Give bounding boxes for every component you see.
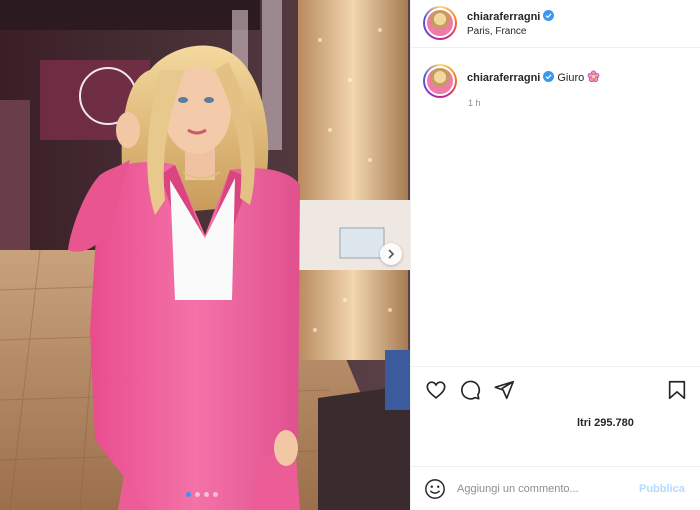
location-link[interactable]: Paris, France: [467, 26, 526, 37]
avatar[interactable]: [423, 6, 457, 40]
carousel-dot: [186, 492, 191, 497]
comment-form: Pubblica: [411, 466, 700, 510]
emoji-icon[interactable]: [424, 478, 446, 500]
publish-button[interactable]: Pubblica: [639, 483, 685, 495]
post-photo[interactable]: [0, 0, 410, 510]
post-header: chiaraferragni Paris, France: [411, 0, 700, 48]
caption-message: Giuro: [557, 72, 585, 84]
carousel-next-button[interactable]: [380, 243, 402, 265]
verified-badge-icon: [543, 71, 555, 82]
verified-badge-icon: [543, 10, 555, 21]
carousel-dot: [195, 492, 200, 497]
username-link[interactable]: chiaraferragni: [467, 10, 555, 23]
comment-input[interactable]: [457, 479, 633, 499]
flower-icon: [587, 70, 600, 82]
likes-count[interactable]: ltri 295.780: [577, 417, 634, 429]
carousel-dot: [204, 492, 209, 497]
post-timestamp[interactable]: 1 h: [468, 98, 481, 108]
post-side-panel: chiaraferragni Paris, France chiaraferra…: [410, 0, 700, 510]
heart-icon[interactable]: [425, 379, 447, 401]
caption-username[interactable]: chiaraferragni: [467, 72, 540, 84]
carousel-indicator: [186, 492, 218, 497]
photo-illustration: [0, 0, 410, 510]
username-text: chiaraferragni: [467, 11, 541, 23]
action-bar: [411, 366, 700, 411]
share-icon[interactable]: [493, 379, 515, 401]
avatar[interactable]: [423, 64, 457, 98]
carousel-dot: [213, 492, 218, 497]
chevron-right-icon: [388, 249, 395, 259]
comment-icon[interactable]: [459, 379, 481, 401]
bookmark-icon[interactable]: [666, 379, 688, 401]
caption-line: chiaraferragni Giuro: [467, 70, 600, 84]
